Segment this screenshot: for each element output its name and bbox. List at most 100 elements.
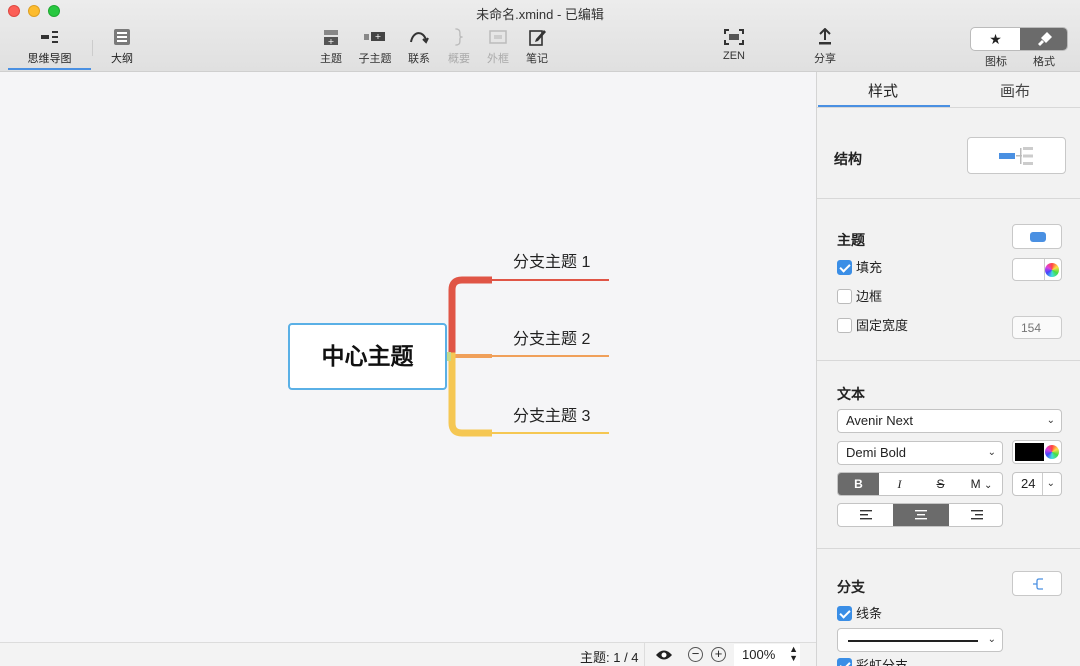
align-left-icon	[859, 510, 872, 520]
strikethrough-button[interactable]: S	[920, 473, 961, 495]
topic-section-title: 主题	[837, 232, 865, 248]
font-family-select[interactable]: Avenir Next ⌄	[837, 409, 1062, 433]
structure-logic-right-icon	[999, 147, 1033, 165]
line-checkbox[interactable]	[837, 606, 852, 622]
mindmap-canvas[interactable]: 中心主题 分支主题 1 分支主题 2 分支主题 3	[0, 72, 816, 642]
text-color-swatch	[1015, 443, 1044, 461]
structure-picker[interactable]	[967, 137, 1066, 174]
branch-topic-1[interactable]: 分支主题 1	[513, 248, 590, 272]
align-right-button[interactable]	[949, 504, 1002, 526]
relationship-button[interactable]: 联系	[404, 28, 434, 66]
align-left-button[interactable]	[838, 504, 893, 526]
line-label: 线条	[856, 606, 883, 621]
branch-topic-3[interactable]: 分支主题 3	[513, 402, 590, 426]
star-icon: ★	[989, 31, 1002, 47]
text-section-title: 文本	[837, 386, 865, 402]
window-title: 未命名.xmind - 已编辑	[476, 7, 604, 22]
shape-icon	[1030, 232, 1046, 242]
tab-mindmap-label: 思维导图	[27, 53, 72, 65]
align-center-button[interactable]	[893, 504, 949, 526]
tab-style[interactable]: 样式	[868, 80, 898, 101]
share-label: 分享	[814, 53, 836, 65]
boundary-label: 外框	[487, 53, 509, 65]
topic-icon: +	[324, 30, 338, 46]
topic-shape-picker[interactable]	[1012, 224, 1062, 249]
rainbow-branch-checkbox-row[interactable]: 彩虹分支	[837, 658, 908, 666]
chevron-down-icon: ⌄	[1046, 415, 1055, 426]
line-style-select[interactable]: ⌄	[837, 628, 1003, 652]
fixed-width-input[interactable]	[1012, 316, 1062, 339]
icons-panel-button[interactable]: ★	[971, 28, 1020, 50]
font-family-value: Avenir Next	[846, 413, 913, 428]
active-tab-indicator	[818, 105, 950, 107]
color-wheel-icon	[1045, 445, 1059, 459]
section-divider	[817, 548, 1080, 549]
text-case-label: M	[970, 477, 981, 491]
zoom-level-field[interactable]: 100% ▲ ▼	[734, 644, 800, 666]
add-topic-button[interactable]: + 主题	[316, 28, 346, 66]
branch-3-connector	[447, 352, 492, 437]
align-center-icon	[915, 510, 927, 520]
italic-button[interactable]: I	[879, 473, 920, 495]
bold-button[interactable]: B	[838, 473, 879, 495]
text-style-buttons: B I S M ⌄	[837, 472, 1003, 496]
add-topic-label: 主题	[320, 53, 342, 65]
summary-button[interactable]: 概要	[444, 28, 474, 66]
tab-mindmap[interactable]: 思维导图	[8, 28, 91, 70]
boundary-icon	[489, 30, 507, 44]
fixed-width-checkbox[interactable]	[837, 318, 852, 334]
branch-1-connector	[447, 276, 492, 360]
branch-section-title: 分支	[837, 579, 865, 595]
fill-checkbox-row[interactable]: 填充	[837, 260, 882, 278]
tab-outline[interactable]: 大纲	[100, 28, 144, 70]
share-icon	[819, 28, 831, 45]
zen-button[interactable]: ZEN	[718, 28, 750, 62]
font-weight-select[interactable]: Demi Bold ⌄	[837, 441, 1003, 465]
picker-divider	[1044, 259, 1045, 280]
zen-label: ZEN	[723, 50, 745, 62]
tab-canvas[interactable]: 画布	[1000, 80, 1030, 101]
zoom-stepper-icon[interactable]: ▲ ▼	[789, 645, 798, 663]
relationship-icon	[410, 32, 429, 44]
sidebar-mode-toggle: ★	[970, 27, 1068, 51]
align-right-icon	[970, 510, 983, 520]
zen-icon	[724, 29, 744, 45]
fixed-width-label: 固定宽度	[856, 318, 909, 333]
svg-text:+: +	[328, 37, 335, 46]
text-color-picker[interactable]	[1012, 440, 1062, 464]
fill-checkbox[interactable]	[837, 260, 852, 276]
brush-icon	[1037, 32, 1052, 46]
rainbow-branch-checkbox[interactable]	[837, 658, 852, 666]
border-checkbox[interactable]	[837, 289, 852, 305]
format-panel-button[interactable]	[1020, 28, 1067, 50]
border-checkbox-row[interactable]: 边框	[837, 289, 882, 307]
line-checkbox-row[interactable]: 线条	[837, 606, 882, 624]
fill-color-picker[interactable]	[1012, 258, 1062, 281]
branch-style-picker[interactable]	[1012, 571, 1062, 596]
title-toolbar: 未命名.xmind - 已编辑 思维导图 大纲 + 主题 + 子主题 联系 概要…	[0, 0, 1080, 72]
svg-text:+: +	[375, 32, 382, 41]
chevron-down-icon: ⌄	[987, 634, 996, 645]
branch-topic-2[interactable]: 分支主题 2	[513, 325, 590, 349]
boundary-button[interactable]: 外框	[483, 28, 513, 66]
central-topic[interactable]: 中心主题	[288, 323, 447, 390]
add-subtopic-button[interactable]: + 子主题	[356, 28, 394, 66]
share-button[interactable]: 分享	[810, 28, 840, 66]
color-wheel-icon	[1045, 263, 1059, 277]
section-divider	[817, 360, 1080, 361]
eye-icon[interactable]	[655, 648, 673, 662]
tab-outline-label: 大纲	[111, 53, 133, 65]
notes-label: 笔记	[526, 53, 548, 65]
text-case-button[interactable]: M ⌄	[961, 473, 1002, 495]
font-weight-value: Demi Bold	[846, 445, 906, 460]
chevron-down-icon: ⌄	[987, 447, 996, 458]
notes-button[interactable]: 笔记	[522, 28, 552, 66]
fixed-width-checkbox-row[interactable]: 固定宽度	[837, 318, 908, 336]
outline-view-icon	[114, 29, 130, 45]
zoom-out-button[interactable]: −	[688, 647, 703, 662]
zoom-in-button[interactable]: +	[711, 647, 726, 662]
summary-label: 概要	[448, 53, 470, 65]
summary-icon	[455, 28, 463, 46]
chevron-down-icon: ⌄	[1041, 473, 1055, 495]
font-size-select[interactable]: 24 ⌄	[1012, 472, 1062, 496]
